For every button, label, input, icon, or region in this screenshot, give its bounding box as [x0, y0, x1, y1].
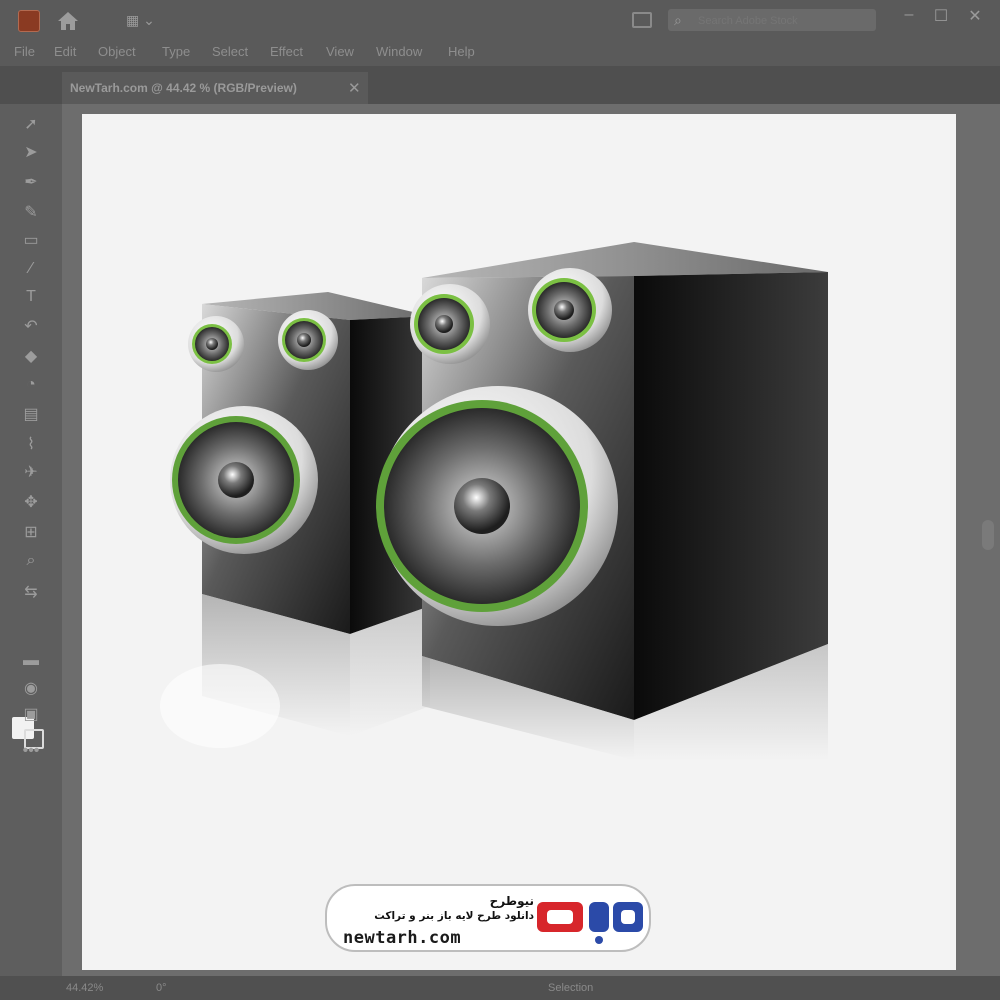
- watermark-badge: نیوطرح دانلود طرح لایه باز بنر و تراکت n…: [325, 884, 651, 952]
- direct-selection-tool-icon[interactable]: ➤: [18, 142, 44, 164]
- adobe-illustrator-icon: [18, 10, 40, 32]
- zoom-tool-icon[interactable]: ⌕: [18, 550, 44, 572]
- menu-view[interactable]: View: [326, 44, 354, 59]
- draw-mode-icon[interactable]: ◉: [18, 678, 44, 700]
- panel-icon[interactable]: [632, 12, 652, 28]
- zoom-level[interactable]: 44.42%: [66, 982, 103, 994]
- home-icon[interactable]: [56, 10, 80, 37]
- selection-tool-icon[interactable]: ➚: [18, 114, 44, 136]
- paintbrush-tool-icon[interactable]: ⁄: [18, 258, 44, 280]
- menu-select[interactable]: Select: [212, 44, 248, 59]
- close-icon[interactable]: ✕: [348, 79, 361, 97]
- menu-effect[interactable]: Effect: [270, 44, 303, 59]
- status-bar: [0, 976, 1000, 1000]
- menu-edit[interactable]: Edit: [54, 44, 76, 59]
- rectangle-tool-icon[interactable]: ▭: [18, 230, 44, 252]
- watermark-title: نیوطرح: [489, 894, 534, 908]
- maximize-button[interactable]: ☐: [928, 6, 954, 26]
- watermark-subtitle: دانلود طرح لایه باز بنر و تراکت: [374, 910, 534, 922]
- menu-window[interactable]: Window: [376, 44, 422, 59]
- newtarh-logo: [537, 902, 643, 944]
- symbol-sprayer-tool-icon[interactable]: ✥: [18, 492, 44, 514]
- current-tool-label: Selection: [548, 982, 594, 994]
- menu-file[interactable]: File: [14, 44, 35, 59]
- pen-tool-icon[interactable]: ✒: [18, 172, 44, 194]
- speakers-illustration: [160, 242, 828, 760]
- swap-fill-stroke-icon[interactable]: ⇆: [18, 582, 44, 604]
- more-tools-icon[interactable]: •••: [18, 740, 44, 762]
- watermark-url: newtarh.com: [343, 928, 462, 948]
- workspace-layout-icon[interactable]: ▦ ⌄: [126, 12, 155, 29]
- artboard-tool-icon[interactable]: ⊞: [18, 522, 44, 544]
- menu-object[interactable]: Object: [98, 44, 136, 59]
- type-tool-icon[interactable]: T: [18, 286, 44, 308]
- blend-tool-icon[interactable]: ✈: [18, 462, 44, 484]
- shape-builder-tool-icon[interactable]: ◔: [18, 374, 44, 396]
- title-bar: ▦ ⌄ ⌕ – ☐ ✕: [0, 0, 1000, 40]
- color-mode-icon[interactable]: ▬: [18, 650, 44, 672]
- document-tab[interactable]: NewTarh.com @ 44.42 % (RGB/Preview) ✕: [62, 72, 368, 104]
- document-tab-label: NewTarh.com @ 44.42 % (RGB/Preview): [70, 81, 297, 95]
- gradient-tool-icon[interactable]: ▤: [18, 404, 44, 426]
- search-input[interactable]: [696, 11, 870, 31]
- rotation-angle[interactable]: 0°: [156, 982, 167, 994]
- screen-mode-icon[interactable]: ▣: [18, 704, 44, 726]
- minimize-button[interactable]: –: [896, 6, 922, 24]
- rotate-tool-icon[interactable]: ↶: [18, 316, 44, 338]
- tools-panel: ➚ ➤ ✒ ✎ ▭ ⁄ T ↶ ◆ ◔ ▤ ⌇ ✈ ✥ ⊞ ⌕ ⇆ ▬ ◉ ▣ …: [0, 104, 62, 976]
- eraser-tool-icon[interactable]: ◆: [18, 346, 44, 368]
- eyedropper-tool-icon[interactable]: ⌇: [18, 434, 44, 456]
- menu-bar: [0, 40, 1000, 66]
- search-icon: ⌕: [674, 12, 682, 28]
- curvature-tool-icon[interactable]: ✎: [18, 202, 44, 224]
- right-speaker: [376, 242, 828, 760]
- close-button[interactable]: ✕: [962, 6, 988, 26]
- vertical-scrollbar[interactable]: [982, 520, 994, 550]
- menu-help[interactable]: Help: [448, 44, 475, 59]
- menu-type[interactable]: Type: [162, 44, 190, 59]
- search-box[interactable]: ⌕: [668, 9, 876, 31]
